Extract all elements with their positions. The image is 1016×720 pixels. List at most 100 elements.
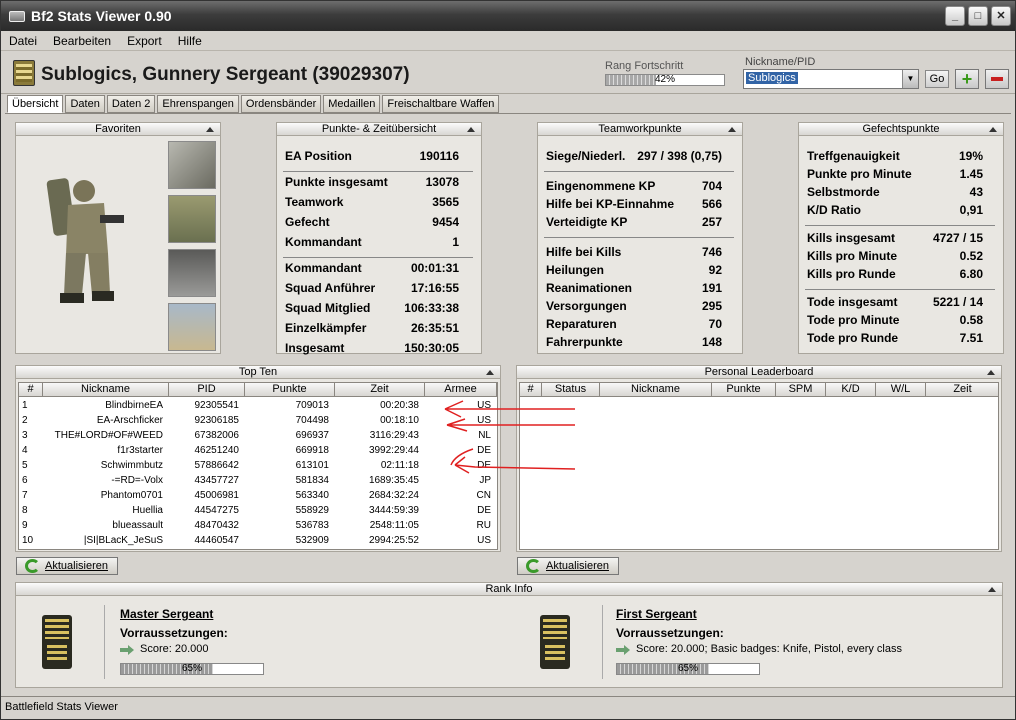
punkte-panel: Punkte- & Zeitübersicht EA Position 19011… [276, 122, 482, 355]
table-cell: 558929 [295, 505, 329, 516]
stat-value: 7.51 [959, 331, 983, 345]
topten-col-header[interactable]: Zeit [335, 383, 425, 396]
refresh-icon [25, 559, 40, 573]
stat-value: 150:30:05 [404, 341, 459, 355]
close-button[interactable]: ✕ [991, 6, 1011, 26]
stat-value: 0,91 [959, 203, 983, 217]
stat-value: 26:35:51 [410, 321, 459, 335]
leaderboard-header[interactable]: Personal Leaderboard [517, 366, 1001, 379]
table-row[interactable]: 10 |SI|BLacK_JeSuS 44460547 532909 2994:25:5… [19, 533, 497, 548]
tab-ehrenspangen[interactable]: Ehrenspangen [157, 95, 239, 113]
table-cell: 669918 [295, 445, 329, 456]
leaderboard-table[interactable]: # Status Nickname Punkte SPM K/D W/L Zeit [519, 382, 999, 550]
topten-title: Top Ten [238, 366, 278, 378]
tab-daten[interactable]: Daten [65, 95, 105, 113]
go-button[interactable]: Go [925, 70, 949, 88]
table-row[interactable]: 8 Huellia 44547275 558929 3444:59:39 DE [19, 503, 497, 518]
stat-value: 19% [958, 149, 983, 163]
tab-uebersicht[interactable]: Übersicht [7, 95, 64, 113]
favorite-weapon-image [168, 141, 216, 189]
stat-label: Tode pro Runde [807, 331, 899, 345]
leaderboard-col-header[interactable]: K/D [826, 383, 876, 396]
teamwork-header[interactable]: Teamworkpunkte [538, 123, 742, 136]
rank-insignia-icon [13, 60, 35, 86]
table-cell: BlindbirneEA [105, 400, 163, 411]
leaderboard-col-header[interactable]: Nickname [600, 383, 712, 396]
remove-player-button[interactable] [985, 69, 1009, 89]
nickname-combobox[interactable]: Sublogics ▼ [743, 69, 919, 89]
collapse-icon[interactable] [728, 127, 736, 132]
stat-label: Reparaturen [546, 317, 617, 331]
tab-ordensbaender[interactable]: Ordensbänder [240, 95, 322, 113]
next-rank-left-progress-text: 65% [181, 663, 202, 674]
topten-header[interactable]: Top Ten [16, 366, 500, 379]
table-cell: blueassault [112, 520, 163, 531]
collapse-icon[interactable] [988, 587, 996, 592]
stat-value: 297 / 398 (0,75) [637, 149, 722, 163]
stat-label: Siege/Niederl. [546, 149, 626, 163]
topten-refresh-button[interactable]: Aktualisieren [16, 557, 118, 575]
table-cell: 00:18:10 [380, 415, 419, 426]
add-player-button[interactable]: + [955, 69, 979, 89]
leaderboard-col-header[interactable]: W/L [876, 383, 926, 396]
collapse-icon[interactable] [989, 127, 997, 132]
minimize-button[interactable]: _ [945, 6, 965, 26]
menu-bearbeiten[interactable]: Bearbeiten [51, 34, 113, 48]
tab-medaillen[interactable]: Medaillen [323, 95, 381, 113]
nickname-input[interactable]: Sublogics [746, 72, 798, 84]
stat-label: Teamwork [285, 195, 344, 209]
stat-value: 704 [701, 179, 722, 193]
menu-datei[interactable]: Datei [7, 34, 39, 48]
table-cell: 1 [22, 400, 28, 411]
maximize-button[interactable]: □ [968, 6, 988, 26]
punkte-header[interactable]: Punkte- & Zeitübersicht [277, 123, 481, 136]
stat-value: 257 [701, 215, 722, 229]
table-row[interactable]: 7 Phantom0701 45006981 563340 2684:32:24 CN [19, 488, 497, 503]
collapse-icon[interactable] [467, 127, 475, 132]
leaderboard-col-header[interactable]: Punkte [712, 383, 776, 396]
section-divider [805, 289, 995, 290]
chevron-down-icon[interactable]: ▼ [902, 70, 918, 88]
divider [602, 605, 603, 679]
table-row[interactable]: 9 blueassault 48470432 536783 2548:11:05 RU [19, 518, 497, 533]
arrow-right-icon [120, 645, 134, 655]
collapse-icon[interactable] [987, 370, 995, 375]
favoriten-header[interactable]: Favoriten [16, 123, 220, 136]
divider [104, 605, 105, 679]
rank-progress-bar: 42% [605, 74, 725, 86]
topten-col-header[interactable]: Nickname [43, 383, 169, 396]
topten-col-header[interactable]: Punkte [245, 383, 335, 396]
collapse-icon[interactable] [486, 370, 494, 375]
first-sergeant-insignia-icon [540, 615, 570, 669]
menu-export[interactable]: Export [125, 34, 164, 48]
next-rank-right-req-label: Vorraussetzungen: [616, 626, 724, 640]
stat-value: 17:16:55 [410, 281, 459, 295]
stat-label: Squad Mitglied [285, 301, 371, 315]
topten-col-header[interactable]: PID [169, 383, 245, 396]
table-cell: 43457727 [194, 475, 240, 486]
topten-col-header[interactable]: # [19, 383, 43, 396]
app-icon [9, 10, 25, 22]
table-cell: 709013 [295, 400, 329, 411]
table-cell: 1689:35:45 [368, 475, 419, 486]
leaderboard-col-header[interactable]: SPM [776, 383, 826, 396]
tab-daten-2[interactable]: Daten 2 [106, 95, 156, 113]
table-cell: Huellia [132, 505, 163, 516]
table-cell: 2684:32:24 [368, 490, 419, 501]
collapse-icon[interactable] [206, 127, 214, 132]
table-cell: 7 [22, 490, 28, 501]
rankinfo-header[interactable]: Rank Info [16, 583, 1002, 596]
section-divider [283, 257, 473, 258]
leaderboard-col-header[interactable]: Zeit [926, 383, 998, 396]
menu-hilfe[interactable]: Hilfe [176, 34, 204, 48]
table-cell: 3 [22, 430, 28, 441]
leaderboard-refresh-button[interactable]: Aktualisieren [517, 557, 619, 575]
gefecht-header[interactable]: Gefechtspunkte [799, 123, 1003, 136]
table-cell: 2548:11:05 [369, 520, 419, 531]
tab-freischaltbare-waffen[interactable]: Freischaltbare Waffen [382, 95, 500, 113]
gefecht-title: Gefechtspunkte [862, 123, 940, 135]
stat-value: 0.58 [959, 313, 983, 327]
stat-label: Kills pro Runde [807, 267, 896, 281]
stat-value: 106:33:38 [404, 301, 459, 315]
next-rank-left-req-label: Vorraussetzungen: [120, 626, 228, 640]
